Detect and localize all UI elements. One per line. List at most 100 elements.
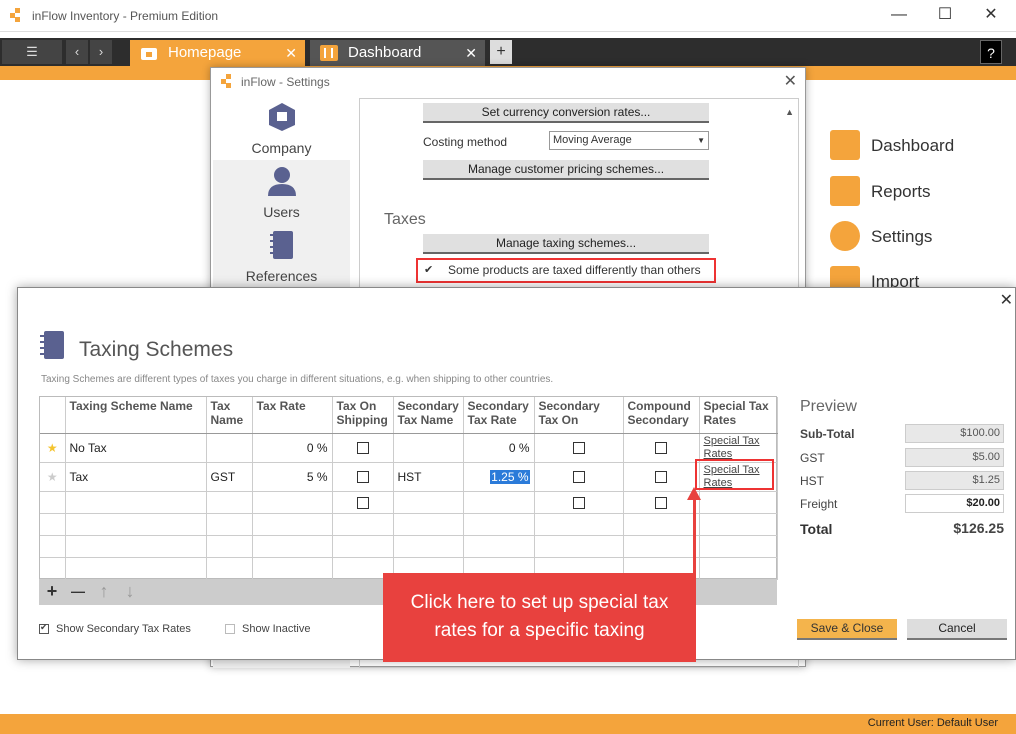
- add-row-button[interactable]: +: [41, 580, 63, 604]
- nav-settings[interactable]: Settings: [830, 221, 1010, 251]
- secondary-tax-on-cell[interactable]: [534, 433, 624, 463]
- callout-arrow: [693, 498, 696, 574]
- scroll-up-icon[interactable]: ▲: [785, 107, 794, 117]
- close-icon[interactable]: ✕: [1000, 290, 1013, 310]
- callout-line: rates for a specific taxing: [434, 620, 645, 641]
- sidebar-item-users[interactable]: Users: [213, 162, 350, 224]
- secondary-tax-on-cell[interactable]: [534, 462, 624, 492]
- checkbox[interactable]: [655, 496, 667, 509]
- secondary-rate-cell[interactable]: 1.25 %: [463, 462, 535, 492]
- column-header[interactable]: Tax Name: [206, 397, 253, 434]
- back-button[interactable]: ‹: [66, 40, 88, 64]
- tax-on-shipping-cell[interactable]: [332, 491, 394, 514]
- sidebar-item-references[interactable]: References: [213, 226, 350, 288]
- checkbox[interactable]: [225, 624, 235, 635]
- table-row[interactable]: [40, 513, 778, 536]
- table-row[interactable]: [40, 535, 778, 558]
- tab-homepage[interactable]: Homepage ✕: [130, 40, 305, 66]
- reports-icon: [830, 176, 860, 206]
- sidebar-item-company[interactable]: Company: [213, 98, 350, 160]
- tab-close-icon[interactable]: ✕: [465, 40, 477, 66]
- column-header[interactable]: Special Tax Rates: [699, 397, 778, 434]
- checkbox[interactable]: [655, 442, 667, 455]
- column-header[interactable]: Tax Rate: [252, 397, 333, 434]
- selected-value[interactable]: 1.25 %: [490, 469, 530, 484]
- main-menu-button[interactable]: ☰: [2, 40, 62, 64]
- references-icon: [270, 231, 293, 259]
- secondary-name-cell[interactable]: [393, 433, 464, 463]
- settings-close-button[interactable]: ✕: [784, 71, 797, 91]
- move-up-button[interactable]: ↑: [93, 580, 115, 604]
- secondary-name-cell[interactable]: HST: [393, 462, 464, 492]
- manage-taxing-button[interactable]: Manage taxing schemes...: [423, 234, 709, 254]
- show-secondary-checkbox[interactable]: ✔ Show Secondary Tax Rates: [39, 622, 191, 635]
- show-secondary-label: Show Secondary Tax Rates: [56, 623, 191, 635]
- secondary-tax-on-cell[interactable]: [534, 491, 624, 514]
- tax-on-shipping-cell[interactable]: [332, 462, 394, 492]
- dialog-title: Taxing Schemes: [79, 338, 234, 361]
- tax-rate-cell[interactable]: 0 %: [252, 433, 333, 463]
- checkbox[interactable]: [356, 496, 369, 509]
- remove-row-button[interactable]: —: [67, 580, 89, 604]
- costing-method-select[interactable]: Moving Average ▼: [549, 131, 709, 150]
- tax-rate-cell[interactable]: 5 %: [252, 462, 333, 492]
- checkbox[interactable]: [356, 471, 369, 484]
- dialog-description: Taxing Schemes are different types of ta…: [41, 374, 554, 385]
- nav-reports[interactable]: Reports: [830, 176, 1010, 206]
- checkbox[interactable]: [572, 471, 585, 484]
- checkbox[interactable]: ✔: [39, 622, 49, 635]
- column-header[interactable]: Taxing Scheme Name: [65, 397, 207, 434]
- add-tab-button[interactable]: +: [490, 40, 512, 64]
- tab-dashboard[interactable]: Dashboard ✕: [310, 40, 485, 66]
- gear-icon: [830, 221, 860, 251]
- column-header[interactable]: Secondary Tax Rate: [463, 397, 535, 434]
- checkbox[interactable]: [572, 442, 585, 455]
- compound-secondary-cell[interactable]: [623, 433, 700, 463]
- special-tax-rates-link[interactable]: Special Tax: [704, 435, 773, 448]
- nav-label: Settings: [871, 227, 933, 246]
- window-title: inFlow Inventory - Premium Edition: [32, 9, 219, 23]
- checkbox[interactable]: [655, 471, 667, 484]
- column-header[interactable]: Compound Secondary: [623, 397, 700, 434]
- dashboard-icon: [320, 45, 338, 61]
- nav-dashboard[interactable]: Dashboard: [830, 130, 1010, 160]
- preview-gst-row: GST $5.00: [800, 448, 1010, 468]
- tax-name-cell[interactable]: [206, 433, 253, 463]
- table-row[interactable]: [40, 491, 778, 514]
- column-header[interactable]: Secondary Tax On: [534, 397, 624, 434]
- checkbox[interactable]: [572, 496, 585, 509]
- scheme-name-cell[interactable]: No Tax: [65, 433, 207, 463]
- status-bar: Current User: Default User: [0, 714, 1016, 734]
- nav-label: Dashboard: [871, 136, 955, 155]
- checkbox[interactable]: [356, 442, 369, 455]
- move-down-button[interactable]: ↓: [119, 580, 141, 604]
- minimize-button[interactable]: —: [876, 0, 922, 32]
- currency-rates-button[interactable]: Set currency conversion rates...: [423, 103, 709, 123]
- forward-button[interactable]: ›: [90, 40, 112, 64]
- help-button[interactable]: ?: [980, 40, 1002, 64]
- taxed-differently-checkbox[interactable]: ✔: [424, 263, 433, 276]
- table-row[interactable]: ★ No Tax 0 % 0 % Special Tax Rates: [40, 433, 778, 463]
- close-window-button[interactable]: ✕: [968, 0, 1014, 32]
- show-inactive-checkbox[interactable]: Show Inactive: [225, 623, 310, 635]
- maximize-button[interactable]: ☐: [922, 0, 968, 32]
- table-row[interactable]: ★ Tax GST 5 % HST 1.25 % Special Tax Rat…: [40, 462, 778, 492]
- column-header[interactable]: Secondary Tax Name: [393, 397, 464, 434]
- tab-close-icon[interactable]: ✕: [285, 40, 297, 66]
- freight-input[interactable]: $20.00: [905, 494, 1004, 513]
- tax-name-cell[interactable]: GST: [206, 462, 253, 492]
- taxes-heading: Taxes: [384, 211, 426, 228]
- customer-pricing-button[interactable]: Manage customer pricing schemes...: [423, 160, 709, 180]
- scheme-name-cell[interactable]: Tax: [65, 462, 207, 492]
- tax-on-shipping-cell[interactable]: [332, 433, 394, 463]
- secondary-rate-cell[interactable]: 0 %: [463, 433, 535, 463]
- taxed-differently-label: Some products are taxed differently than…: [448, 263, 701, 277]
- save-close-button[interactable]: Save & Close: [797, 619, 897, 640]
- cancel-button[interactable]: Cancel: [907, 619, 1007, 640]
- costing-method-label: Costing method: [423, 135, 508, 149]
- column-header[interactable]: Tax On Shipping: [332, 397, 394, 434]
- star-icon[interactable]: ★: [40, 462, 66, 492]
- inflow-logo-icon: [10, 8, 20, 22]
- taxing-schemes-grid: Taxing Scheme Name Tax Name Tax Rate Tax…: [39, 396, 778, 580]
- default-star-icon[interactable]: ★: [40, 433, 66, 463]
